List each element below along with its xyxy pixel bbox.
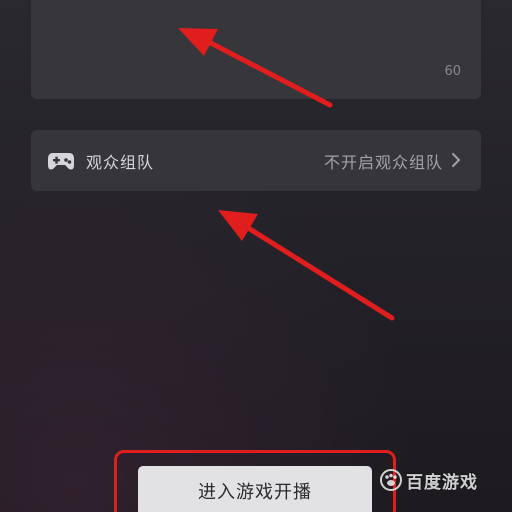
audience-team-row[interactable]: 观众组队 不开启观众组队 xyxy=(31,130,481,191)
annotation-arrow-middle xyxy=(218,210,395,321)
chevron-right-icon xyxy=(452,153,460,167)
watermark-text: 百度游戏 xyxy=(406,472,478,493)
audience-team-value: 不开启观众组队 xyxy=(323,153,443,172)
char-count: 60 xyxy=(444,64,461,79)
gamepad-icon xyxy=(48,153,74,170)
audience-team-label: 观众组队 xyxy=(86,153,155,172)
title-text-area[interactable]: 60 xyxy=(31,0,481,99)
start-game-live-button[interactable]: 进入游戏开播 xyxy=(138,466,372,512)
baidu-game-watermark: 百度游戏 xyxy=(380,468,478,493)
baidu-paw-logo-icon xyxy=(380,469,402,491)
